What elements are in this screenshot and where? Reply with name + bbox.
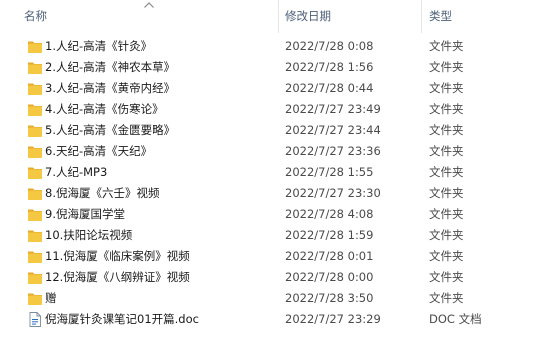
file-name: 11.倪海厦《临床案例》视频 xyxy=(45,249,190,263)
file-name: 3.人纪-高清《黄帝内经》 xyxy=(45,81,176,95)
file-type: 文件夹 xyxy=(429,249,464,263)
folder-icon xyxy=(28,272,42,284)
file-modified-date: 2022/7/27 23:29 xyxy=(285,312,381,326)
chevron-up-icon xyxy=(144,2,154,8)
folder-icon xyxy=(28,62,42,74)
file-name: 12.倪海厦《八纲辨证》视频 xyxy=(45,270,190,284)
file-modified-date: 2022/7/27 23:30 xyxy=(285,186,381,200)
file-row[interactable]: 4.人纪-高清《伤寒论》 2022/7/27 23:49 文件夹 xyxy=(0,99,544,120)
file-row[interactable]: 12.倪海厦《八纲辨证》视频 2022/7/28 0:00 文件夹 xyxy=(0,267,544,288)
column-header-row: 名称 修改日期 类型 xyxy=(0,0,544,33)
file-type: 文件夹 xyxy=(429,165,464,179)
folder-icon xyxy=(28,146,42,158)
file-modified-date: 2022/7/28 1:55 xyxy=(285,165,374,179)
file-type: 文件夹 xyxy=(429,123,464,137)
folder-icon xyxy=(28,41,42,53)
file-type: DOC 文档 xyxy=(429,312,482,326)
file-modified-date: 2022/7/28 0:44 xyxy=(285,81,374,95)
file-modified-date: 2022/7/28 0:08 xyxy=(285,39,374,53)
file-name: 5.人纪-高清《金匮要略》 xyxy=(45,123,176,137)
file-modified-date: 2022/7/28 0:00 xyxy=(285,270,374,284)
file-name: 9.倪海厦国学堂 xyxy=(45,207,125,221)
file-row[interactable]: 7.人纪-MP3 2022/7/28 1:55 文件夹 xyxy=(0,162,544,183)
file-type: 文件夹 xyxy=(429,291,464,305)
folder-icon xyxy=(28,293,42,305)
file-name: 7.人纪-MP3 xyxy=(45,165,108,179)
column-divider[interactable] xyxy=(421,0,422,33)
file-type: 文件夹 xyxy=(429,207,464,221)
file-type: 文件夹 xyxy=(429,228,464,242)
file-row[interactable]: 6.天纪-高清《天纪》 2022/7/27 23:36 文件夹 xyxy=(0,141,544,162)
column-header-date[interactable]: 修改日期 xyxy=(285,0,420,33)
file-modified-date: 2022/7/27 23:49 xyxy=(285,102,381,116)
file-modified-date: 2022/7/28 1:59 xyxy=(285,228,374,242)
file-row[interactable]: 赠 2022/7/28 3:50 文件夹 xyxy=(0,288,544,309)
folder-icon xyxy=(28,83,42,95)
file-name: 2.人纪-高清《神农本草》 xyxy=(45,60,176,74)
file-row[interactable]: 10.扶阳论坛视频 2022/7/28 1:59 文件夹 xyxy=(0,225,544,246)
file-type: 文件夹 xyxy=(429,60,464,74)
file-list: 1.人纪-高清《针灸》 2022/7/28 0:08 文件夹 2.人纪-高清《神农本草… xyxy=(0,36,544,330)
folder-icon xyxy=(28,251,42,263)
file-name: 8.倪海厦《六壬》视频 xyxy=(45,186,160,200)
file-type: 文件夹 xyxy=(429,186,464,200)
file-name: 1.人纪-高清《针灸》 xyxy=(45,39,153,53)
file-type: 文件夹 xyxy=(429,81,464,95)
folder-icon xyxy=(28,230,42,242)
file-modified-date: 2022/7/28 3:50 xyxy=(285,291,374,305)
file-type: 文件夹 xyxy=(429,144,464,158)
file-row[interactable]: 9.倪海厦国学堂 2022/7/28 4:08 文件夹 xyxy=(0,204,544,225)
file-row[interactable]: 1.人纪-高清《针灸》 2022/7/28 0:08 文件夹 xyxy=(0,36,544,57)
folder-icon xyxy=(28,188,42,200)
folder-icon xyxy=(28,125,42,137)
file-name: 4.人纪-高清《伤寒论》 xyxy=(45,102,164,116)
file-type: 文件夹 xyxy=(429,102,464,116)
file-row[interactable]: 5.人纪-高清《金匮要略》 2022/7/27 23:44 文件夹 xyxy=(0,120,544,141)
column-divider[interactable] xyxy=(278,0,279,33)
file-modified-date: 2022/7/28 0:01 xyxy=(285,249,374,263)
file-row[interactable]: 11.倪海厦《临床案例》视频 2022/7/28 0:01 文件夹 xyxy=(0,246,544,267)
folder-icon xyxy=(28,209,42,221)
file-row[interactable]: 8.倪海厦《六壬》视频 2022/7/27 23:30 文件夹 xyxy=(0,183,544,204)
file-row[interactable]: 2.人纪-高清《神农本草》 2022/7/28 1:56 文件夹 xyxy=(0,57,544,78)
file-modified-date: 2022/7/27 23:44 xyxy=(285,123,381,137)
folder-icon xyxy=(28,167,42,179)
file-type: 文件夹 xyxy=(429,270,464,284)
document-icon xyxy=(29,312,41,327)
folder-icon xyxy=(28,104,42,116)
file-modified-date: 2022/7/27 23:36 xyxy=(285,144,381,158)
file-name: 倪海厦针灸课笔记01开篇.doc xyxy=(45,312,199,326)
file-name: 赠 xyxy=(45,291,57,305)
file-name: 6.天纪-高清《天纪》 xyxy=(45,144,153,158)
file-name: 10.扶阳论坛视频 xyxy=(45,228,133,242)
column-header-type[interactable]: 类型 xyxy=(429,0,539,33)
file-row[interactable]: 3.人纪-高清《黄帝内经》 2022/7/28 0:44 文件夹 xyxy=(0,78,544,99)
file-type: 文件夹 xyxy=(429,39,464,53)
file-modified-date: 2022/7/28 4:08 xyxy=(285,207,374,221)
file-row[interactable]: 倪海厦针灸课笔记01开篇.doc 2022/7/27 23:29 DOC 文档 xyxy=(0,309,544,330)
file-explorer: 名称 修改日期 类型 1.人纪-高清《针灸》 2022/7/28 0:08 文件夹 2… xyxy=(0,0,544,362)
file-modified-date: 2022/7/28 1:56 xyxy=(285,60,374,74)
